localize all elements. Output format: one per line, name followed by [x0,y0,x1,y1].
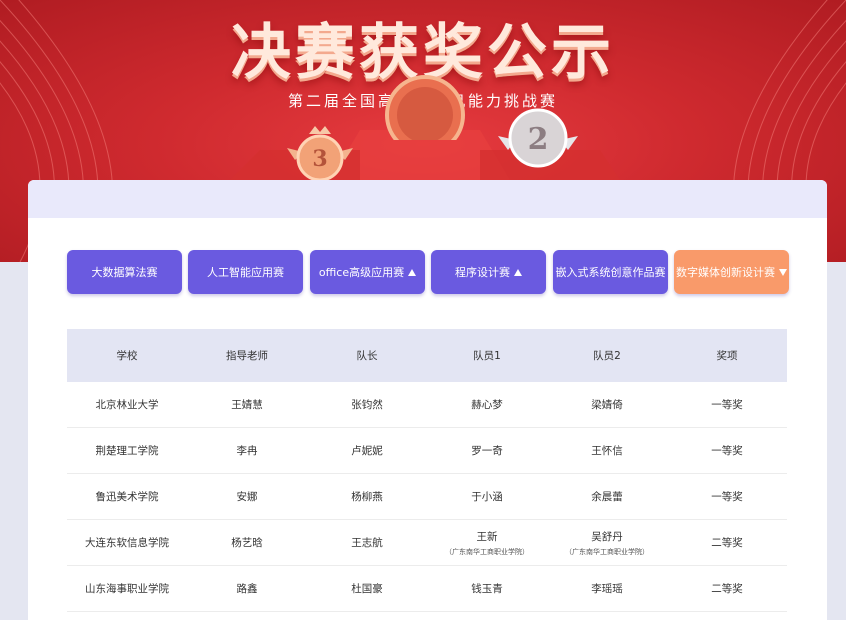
header-teacher: 指导老师 [226,350,268,362]
tab-bigdata[interactable]: 大数据算法赛 [67,250,182,294]
table-row: 大连东软信息学院 杨艺晗 王志航 王新 （广东南华工商职业学院） 吴舒丹 （广东南华… [67,520,787,566]
captain-cell: 王志航 [351,537,383,549]
member1-cell: 王新 （广东南华工商职业学院） [445,530,529,556]
school-cell: 北京林业大学 [95,399,159,411]
teacher-cell: 杨艺晗 [231,537,263,549]
captain-cell: 卢妮妮 [351,445,383,457]
table-row: 鲁迅美术学院 安娜 杨柳燕 于小涵 余晨蕾 一等奖 [67,474,787,520]
member-affiliation: （广东南华工商职业学院） [445,547,529,556]
school-cell: 荆楚理工学院 [95,445,159,457]
award-cell: 一等奖 [711,399,743,411]
member2-cell: 余晨蕾 [591,491,623,503]
table-row: 荆楚理工学院 李冉 卢妮妮 罗一奇 王怀信 一等奖 [67,428,787,474]
medal-bronze-label: 3 [312,146,327,172]
member2-cell: 李瑶瑶 [591,583,623,595]
competition-tabs: 大数据算法赛 人工智能应用赛 office高级应用赛 程序设计赛 嵌入式系统创意… [67,250,789,294]
results-panel: 大数据算法赛 人工智能应用赛 office高级应用赛 程序设计赛 嵌入式系统创意… [28,180,827,620]
teacher-cell: 路鑫 [236,583,258,595]
captain-cell: 杜国豪 [351,583,383,595]
tab-digital-media[interactable]: 数字媒体创新设计赛 [674,250,789,294]
table-row: 北京林业大学 王婧慧 张钧然 赫心梦 梁婧倚 一等奖 [67,382,787,428]
medal-silver-label: 2 [528,122,549,157]
teacher-cell: 李冉 [236,445,258,457]
panel-header [28,180,827,218]
member2-cell: 吴舒丹 （广东南华工商职业学院） [565,530,649,556]
member2-cell: 王怀信 [591,445,623,457]
table-row: 山东海事职业学院 路鑫 杜国豪 钱玉青 李瑶瑶 二等奖 [67,566,787,612]
award-cell: 一等奖 [711,491,743,503]
award-cell: 二等奖 [711,583,743,595]
tab-programming[interactable]: 程序设计赛 [431,250,546,294]
school-cell: 鲁迅美术学院 [95,491,159,503]
member2-cell: 梁婧倚 [591,399,623,411]
caret-up-icon [408,268,417,276]
member-affiliation: （广东南华工商职业学院） [565,547,649,556]
award-cell: 二等奖 [711,537,743,549]
caret-down-icon [779,268,787,276]
award-cell: 一等奖 [711,445,743,457]
member1-cell: 于小涵 [471,491,503,503]
table-header: 学校 指导老师 队长 队员1 队员2 奖项 [67,329,787,382]
header-award: 奖项 [716,350,738,362]
member1-cell: 钱玉青 [471,583,503,595]
member1-cell: 罗一奇 [471,445,503,457]
medal-silver-icon: 2 [498,108,578,168]
caret-up-icon [514,268,522,276]
header-member2: 队员2 [593,350,621,362]
tab-embedded[interactable]: 嵌入式系统创意作品赛 [553,250,668,294]
tab-office[interactable]: office高级应用赛 [310,250,425,294]
tab-ai[interactable]: 人工智能应用赛 [188,250,303,294]
awards-table: 学校 指导老师 队长 队员1 队员2 奖项 北京林业大学 王婧慧 张钧然 赫心梦… [67,329,787,612]
header-member1: 队员1 [473,350,501,362]
header-captain: 队长 [356,350,378,362]
header-school: 学校 [116,350,138,362]
school-cell: 山东海事职业学院 [85,583,169,595]
captain-cell: 张钧然 [351,399,383,411]
teacher-cell: 安娜 [236,491,258,503]
member1-cell: 赫心梦 [471,399,503,411]
school-cell: 大连东软信息学院 [85,537,169,549]
teacher-cell: 王婧慧 [231,399,263,411]
medal-gold-icon [385,75,465,140]
captain-cell: 杨柳燕 [351,491,383,503]
